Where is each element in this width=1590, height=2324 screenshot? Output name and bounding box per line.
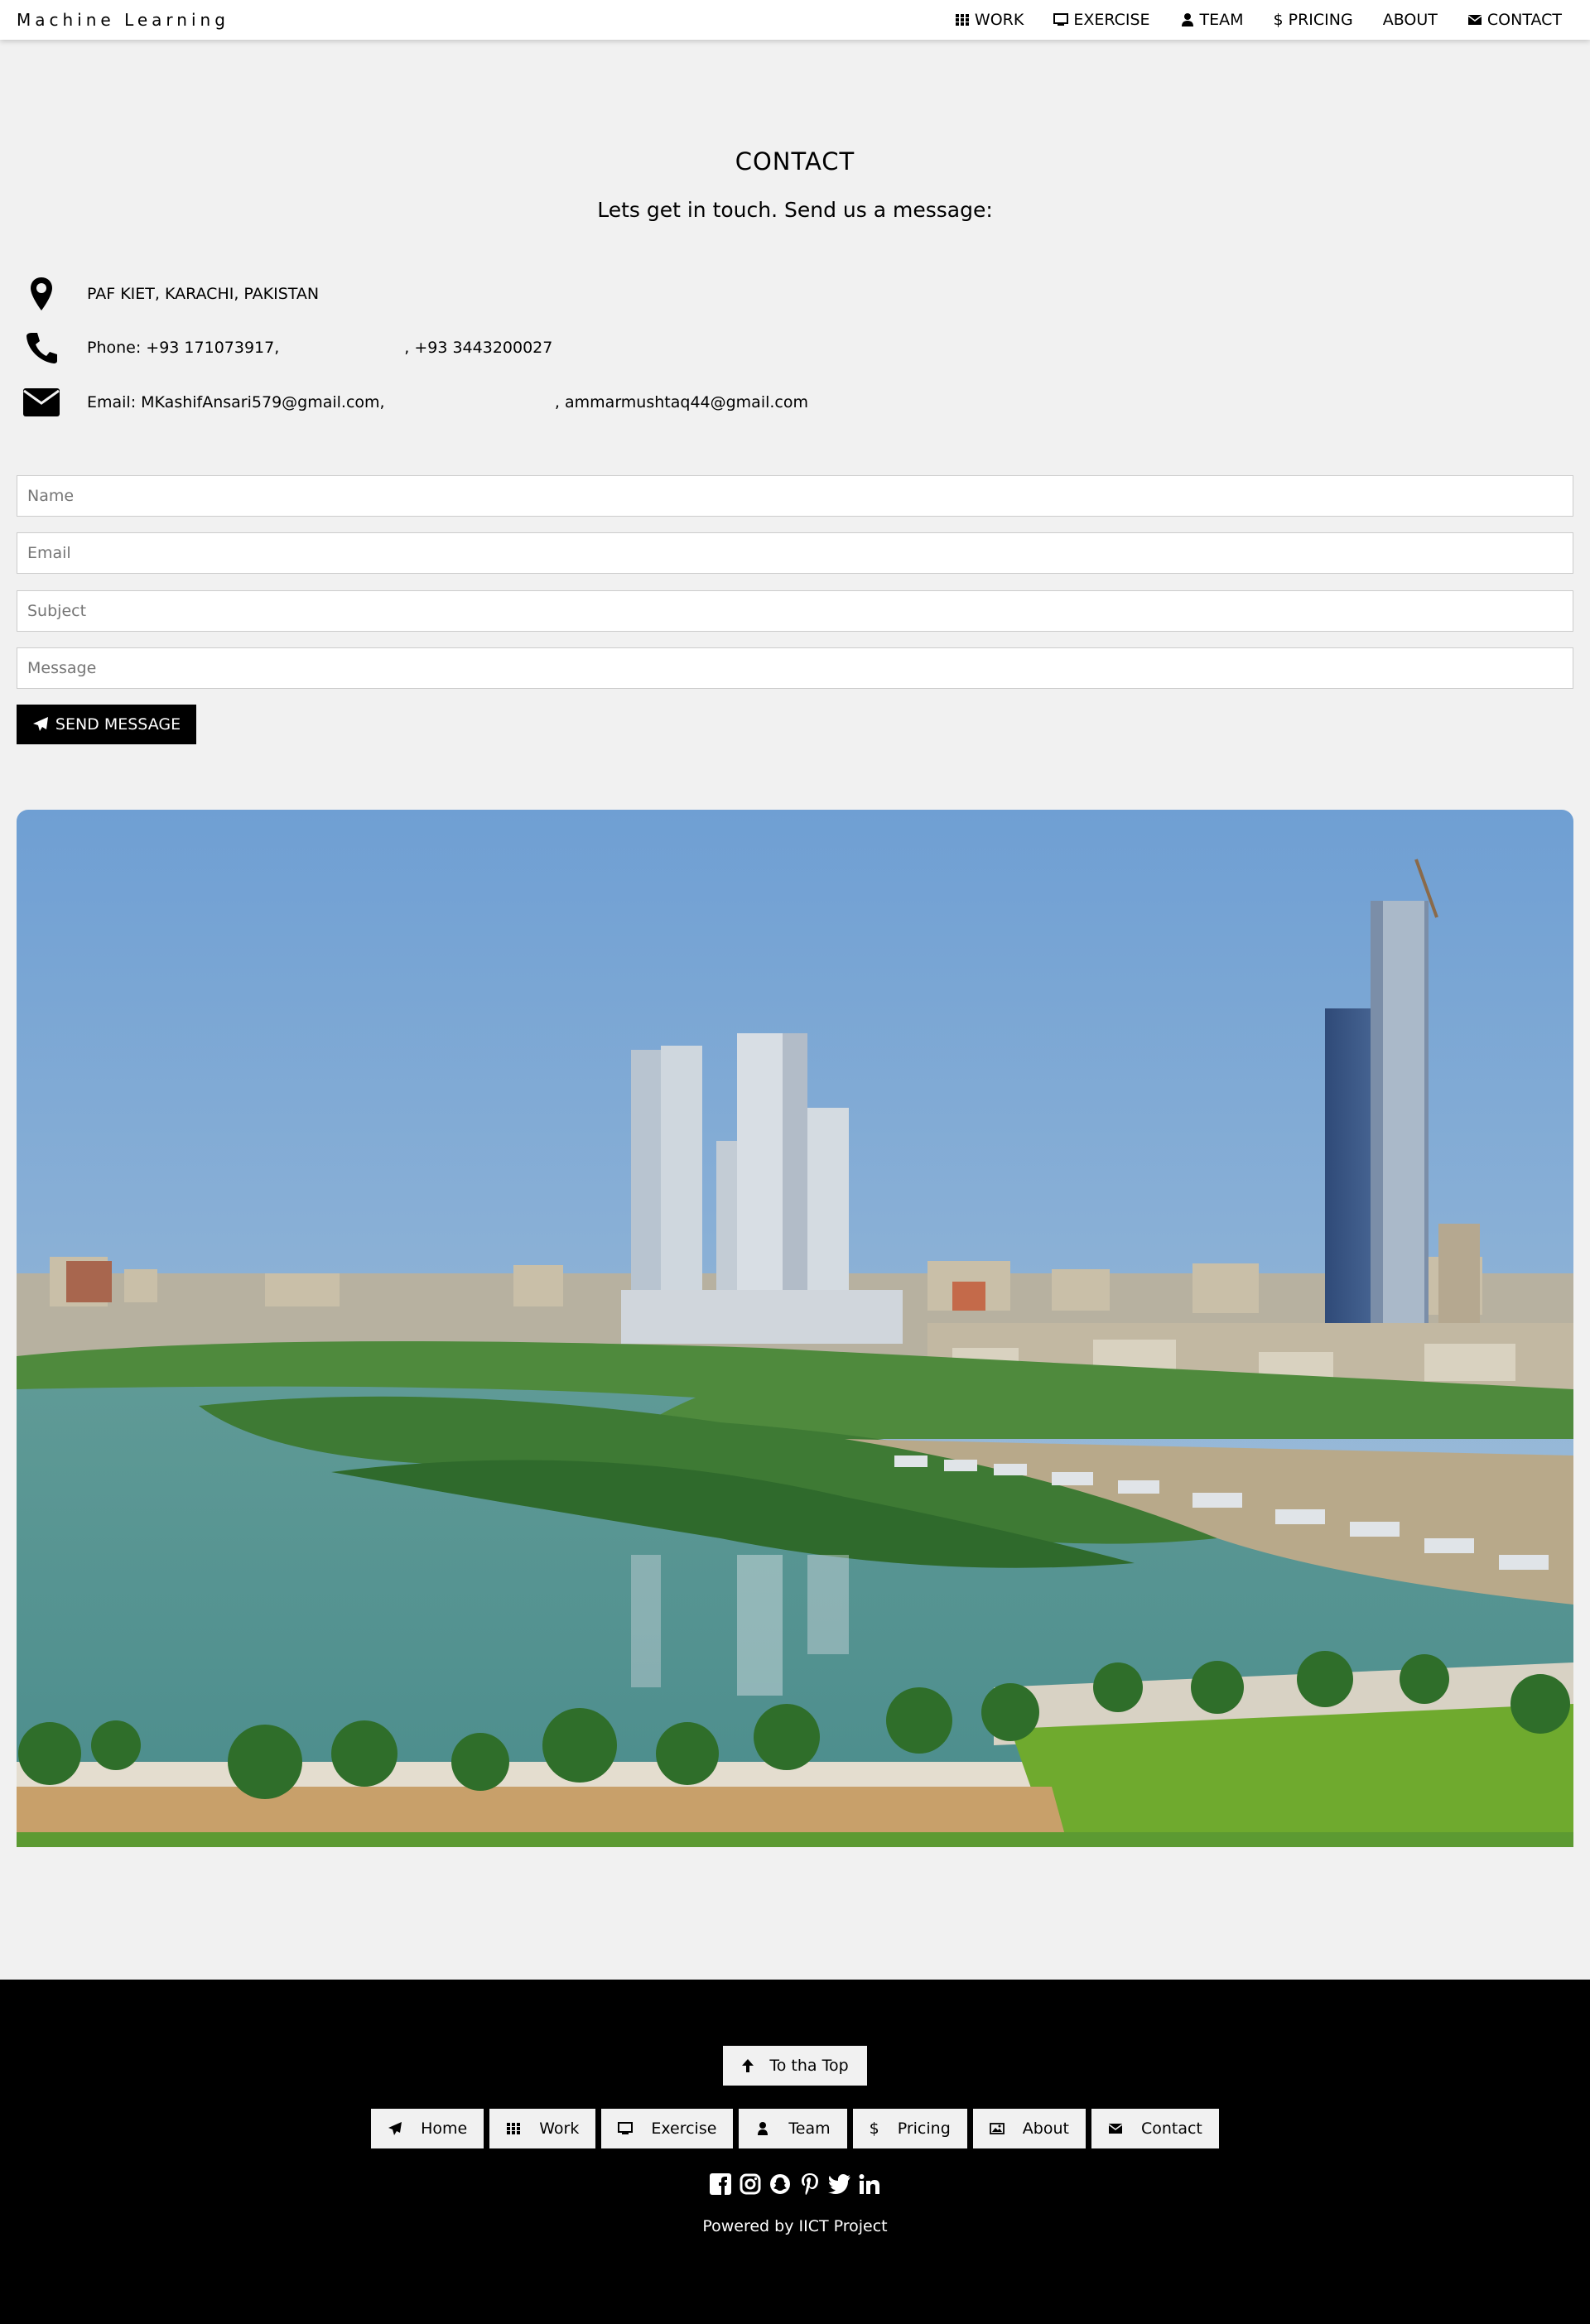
map-marker-icon <box>31 277 52 310</box>
address-row: PAF KIET, KARACHI, PAKISTAN <box>17 277 319 311</box>
footer-nav-label: About <box>1022 2120 1069 2138</box>
phone-row: Phone: +93 171073917, , +93 3443200027 <box>17 331 552 364</box>
brand-logo-text[interactable]: Machine Learning <box>17 10 229 30</box>
snapchat-icon[interactable] <box>768 2172 792 2196</box>
footer-nav-label: Pricing <box>897 2120 951 2138</box>
nav-item-label: PRICING <box>1288 11 1353 29</box>
twitter-icon[interactable] <box>828 2172 851 2196</box>
footer-contact-button[interactable]: Contact <box>1091 2109 1219 2148</box>
grid-icon <box>955 14 969 26</box>
to-the-top-button[interactable]: To tha Top <box>723 2046 867 2086</box>
paper-plane-icon <box>388 2122 402 2135</box>
footer-about-button[interactable]: About <box>972 2109 1086 2148</box>
desktop-icon <box>618 2122 634 2134</box>
footer-team-button[interactable]: Team <box>739 2109 847 2148</box>
nav-item-label: ABOUT <box>1382 11 1438 29</box>
nav-item-pricing[interactable]: $ PRICING <box>1259 0 1368 40</box>
user-icon <box>758 2122 768 2135</box>
send-message-button[interactable]: SEND MESSAGE <box>17 705 196 744</box>
linkedin-icon[interactable] <box>858 2172 881 2196</box>
footer-nav-label: Exercise <box>651 2120 717 2138</box>
pinterest-icon[interactable] <box>798 2172 822 2196</box>
nav-item-about[interactable]: ABOUT <box>1368 0 1453 40</box>
footer-nav-label: Home <box>421 2120 468 2138</box>
email-input[interactable] <box>17 533 1573 573</box>
instagram-icon[interactable] <box>739 2172 762 2196</box>
social-links <box>0 2172 1590 2196</box>
footer-nav-label: Contact <box>1140 2120 1202 2138</box>
facebook-icon[interactable] <box>709 2172 732 2196</box>
nav-item-contact[interactable]: CONTACT <box>1453 0 1577 40</box>
to-the-top-label: To tha Top <box>769 2057 849 2075</box>
nav-menu: WORK EXERCISE TEAM $ PRICING ABOUT CONTA… <box>940 0 1577 40</box>
dollar-icon: $ <box>869 2120 879 2138</box>
arrow-up-icon <box>742 2059 754 2072</box>
address-text: PAF KIET, KARACHI, PAKISTAN <box>87 285 320 303</box>
envelope-icon <box>1467 15 1482 25</box>
name-input[interactable] <box>17 476 1573 516</box>
email-row: Email: MKashifAnsari579@gmail.com, , amm… <box>17 387 808 417</box>
footer-home-button[interactable]: Home <box>371 2109 484 2148</box>
powered-by-text: Powered by IICT Project <box>702 2217 888 2235</box>
footer-nav-label: Team <box>788 2120 831 2138</box>
phone-icon <box>26 333 57 363</box>
subject-input[interactable] <box>17 591 1573 631</box>
dollar-icon: $ <box>1273 11 1284 29</box>
nav-item-work[interactable]: WORK <box>940 0 1038 40</box>
message-input[interactable] <box>17 648 1573 688</box>
footer-pricing-button[interactable]: $ Pricing <box>852 2109 967 2148</box>
footer: To tha Top Home Work Exercise Team $ Pri… <box>0 1980 1590 2324</box>
footer-work-button[interactable]: Work <box>489 2109 596 2148</box>
karachi-skyline-illustration <box>17 810 1573 1847</box>
image-icon <box>989 2123 1005 2134</box>
subject-field <box>17 590 1573 632</box>
nav-item-label: EXERCISE <box>1073 11 1150 29</box>
nav-item-exercise[interactable]: EXERCISE <box>1038 0 1164 40</box>
phone-text: Phone: +93 171073917, , +93 3443200027 <box>87 339 553 357</box>
send-message-label: SEND MESSAGE <box>55 715 181 734</box>
contact-subtitle: Lets get in touch. Send us a message: <box>597 198 993 222</box>
city-skyline-image <box>17 810 1573 1847</box>
paper-plane-icon <box>32 717 48 731</box>
contact-title: CONTACT <box>735 147 855 176</box>
footer-exercise-button[interactable]: Exercise <box>601 2109 734 2148</box>
footer-nav: Home Work Exercise Team $ Pricing About … <box>0 2109 1590 2148</box>
email-field <box>17 532 1573 574</box>
footer-nav-label: Work <box>539 2120 580 2138</box>
nav-item-label: WORK <box>974 11 1024 29</box>
nav-item-label: TEAM <box>1199 11 1244 29</box>
grid-icon <box>507 2123 521 2134</box>
email-text: Email: MKashifAnsari579@gmail.com, , amm… <box>87 393 809 411</box>
envelope-icon <box>23 388 60 416</box>
nav-item-label: CONTACT <box>1486 11 1562 29</box>
desktop-icon <box>1053 13 1069 26</box>
user-icon <box>1181 13 1193 26</box>
top-navbar: Machine Learning WORK EXERCISE TEAM $ PR… <box>0 0 1590 40</box>
nav-item-team[interactable]: TEAM <box>1165 0 1259 40</box>
message-field <box>17 647 1573 689</box>
envelope-icon <box>1108 2124 1123 2134</box>
name-field <box>17 475 1573 517</box>
